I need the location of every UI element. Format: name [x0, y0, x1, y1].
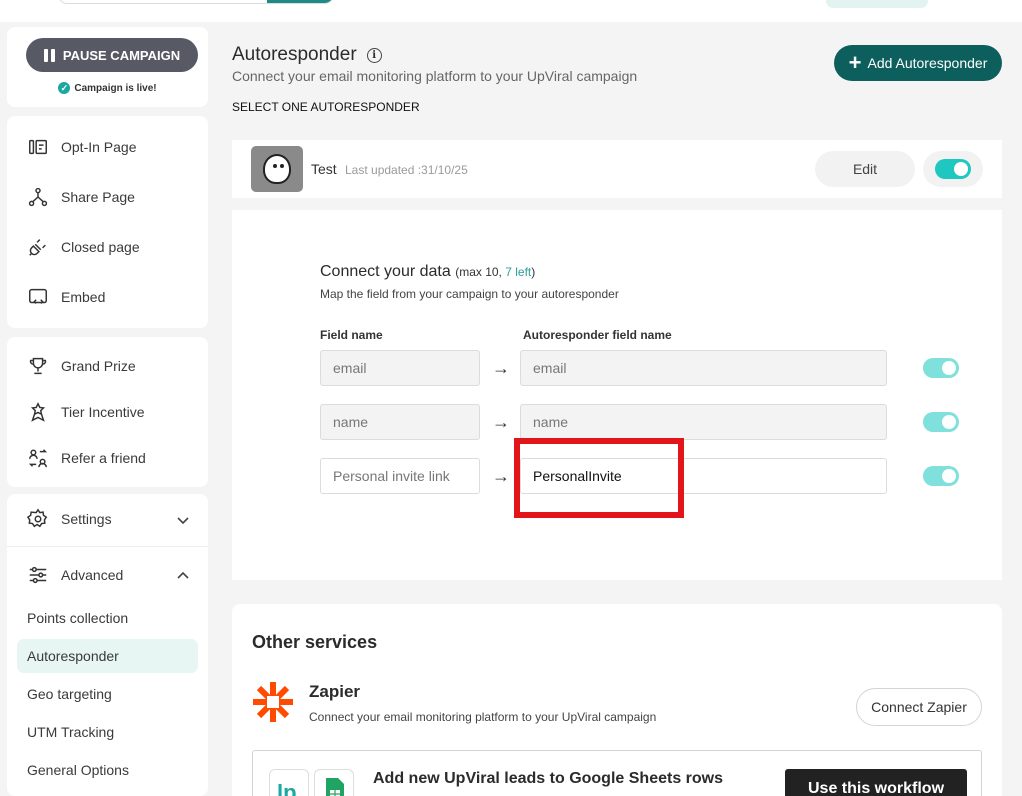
sidebar-subitem-autoresponder[interactable]: Autoresponder: [27, 648, 119, 664]
zapier-name: Zapier: [309, 682, 361, 701]
autoresponder-last-updated: Last updated :31/10/25: [345, 163, 468, 177]
sidebar-subitem-general-options[interactable]: General Options: [27, 762, 129, 778]
sidebar-subitem-utm-tracking[interactable]: UTM Tracking: [27, 724, 114, 740]
connect-data-panel: Connect your data (max 10, 7 left) Map t…: [232, 210, 1002, 580]
sidebar-item-grand-prize[interactable]: Grand Prize: [27, 355, 136, 377]
autoresponder-name: Test: [311, 161, 337, 177]
page-title-text: Autoresponder: [232, 44, 357, 65]
info-icon[interactable]: i: [366, 47, 382, 63]
sidebar-item-label: Advanced: [61, 567, 124, 583]
sidebar-divider: [7, 546, 208, 547]
autoresponder-row: Test Last updated :31/10/25 Edit: [232, 140, 1002, 198]
field-limit-prefix: (max 10,: [455, 265, 506, 279]
gear-icon: [27, 508, 48, 528]
chevron-up-icon[interactable]: [176, 569, 190, 583]
sidebar-item-label: Share Page: [61, 189, 135, 205]
sidebar-item-share-page[interactable]: Share Page: [27, 186, 135, 208]
opt-in-page-icon: [29, 139, 47, 155]
connect-data-title: Connect your data (max 10, 7 left): [320, 263, 535, 281]
upviral-logo-icon: lp: [269, 769, 309, 796]
connect-zapier-button[interactable]: Connect Zapier: [856, 688, 982, 726]
sidebar-item-tier-incentive[interactable]: Tier Incentive: [27, 401, 145, 423]
field-limit-text: (max 10, 7 left): [455, 265, 535, 279]
workflow-card: lp Add new UpViral leads to Google Sheet…: [252, 750, 982, 796]
plus-icon: +: [848, 50, 862, 75]
trophy-icon: [29, 357, 47, 375]
sidebar-item-refer-a-friend[interactable]: Refer a friend: [27, 447, 146, 469]
campaign-live-label: Campaign is live!: [74, 82, 157, 94]
top-search-bar[interactable]: [58, 0, 334, 4]
sidebar-item-label: Grand Prize: [61, 358, 136, 374]
sidebar-item-label: Embed: [61, 289, 106, 305]
arrow-right-icon: →: [492, 358, 510, 378]
arrow-right-icon: →: [492, 412, 510, 432]
field-mapping-toggle[interactable]: [923, 466, 959, 486]
pause-campaign-button[interactable]: PAUSE CAMPAIGN: [26, 38, 198, 72]
plug-icon: [29, 239, 46, 256]
select-autoresponder-label: SELECT ONE AUTORESPONDER: [232, 100, 420, 114]
edit-autoresponder-button[interactable]: Edit: [815, 151, 915, 187]
sidebar-settings-card: Settings Advanced Points collection Auto…: [7, 494, 208, 796]
highlight-annotation-box: [514, 438, 684, 518]
embed-icon: [29, 288, 47, 304]
autoresponder-toggle-wrap: [923, 151, 983, 187]
add-autoresponder-button[interactable]: + Add Autoresponder: [834, 45, 1002, 81]
top-search-button[interactable]: [267, 0, 333, 3]
sidebar-pages-card: Opt-In Page Share Page Closed page Embed: [7, 116, 208, 328]
mailchimp-logo-icon: [251, 146, 303, 192]
campaign-live-status: ✓ Campaign is live!: [7, 82, 208, 94]
connect-data-description: Map the field from your campaign to your…: [320, 287, 619, 301]
other-services-title: Other services: [252, 632, 378, 652]
top-pill-button[interactable]: [826, 0, 928, 8]
field-name-input[interactable]: name: [320, 404, 480, 440]
autoresponder-field-header: Autoresponder field name: [523, 328, 672, 342]
refer-friend-icon: [28, 449, 48, 468]
sidebar-item-settings[interactable]: Settings: [27, 508, 112, 530]
use-workflow-button[interactable]: Use this workflow: [785, 769, 967, 796]
zapier-logo-icon: [253, 682, 293, 722]
page-title: Autoresponder i: [232, 44, 382, 66]
autoresponder-field-input[interactable]: email: [520, 350, 887, 386]
connect-title-text: Connect your data: [320, 263, 451, 280]
sidebar-item-label: Closed page: [61, 239, 140, 255]
campaign-status-card: PAUSE CAMPAIGN ✓ Campaign is live!: [7, 27, 208, 107]
field-name-header: Field name: [320, 328, 383, 342]
field-mapping-toggle[interactable]: [923, 412, 959, 432]
sidebar-subitem-geo-targeting[interactable]: Geo targeting: [27, 686, 112, 702]
field-name-input[interactable]: email: [320, 350, 480, 386]
page-subtitle: Connect your email monitoring platform t…: [232, 68, 638, 84]
svg-text:lp: lp: [277, 780, 297, 796]
top-bar: [0, 0, 1022, 22]
zapier-description: Connect your email monitoring platform t…: [309, 710, 657, 724]
sidebar-rewards-card: Grand Prize Tier Incentive Refer a frien…: [7, 337, 208, 487]
other-services-panel: Other services Zapier Connect your email…: [232, 604, 1002, 796]
field-limit-suffix: ): [531, 265, 536, 279]
autoresponder-enable-toggle[interactable]: [935, 159, 971, 179]
check-circle-icon: ✓: [58, 82, 71, 94]
pause-campaign-label: PAUSE CAMPAIGN: [62, 47, 181, 63]
sidebar-item-label: Refer a friend: [61, 450, 146, 466]
arrow-right-icon: →: [492, 466, 510, 486]
fields-left-count: 7 left: [505, 265, 532, 279]
field-mapping-toggle[interactable]: [923, 358, 959, 378]
sidebar-item-label: Opt-In Page: [61, 139, 137, 155]
chevron-down-icon[interactable]: [176, 513, 190, 527]
share-nodes-icon: [28, 187, 48, 207]
sidebar-item-embed[interactable]: Embed: [27, 286, 105, 308]
google-sheets-icon: [314, 769, 354, 796]
sidebar-item-opt-in-page[interactable]: Opt-In Page: [27, 136, 137, 158]
workflow-title: Add new UpViral leads to Google Sheets r…: [373, 770, 723, 787]
add-autoresponder-label: Add Autoresponder: [867, 55, 988, 71]
pause-icon: [43, 48, 55, 62]
award-icon: [30, 402, 46, 422]
sidebar-item-closed-page[interactable]: Closed page: [27, 236, 140, 258]
sidebar-item-label: Settings: [61, 511, 112, 527]
sliders-icon: [29, 566, 47, 584]
sidebar-item-advanced[interactable]: Advanced: [27, 564, 123, 586]
sidebar-item-label: Tier Incentive: [61, 404, 145, 420]
field-name-input[interactable]: Personal invite link: [320, 458, 480, 494]
autoresponder-field-input[interactable]: name: [520, 404, 887, 440]
sidebar-subitem-points-collection[interactable]: Points collection: [27, 610, 128, 626]
